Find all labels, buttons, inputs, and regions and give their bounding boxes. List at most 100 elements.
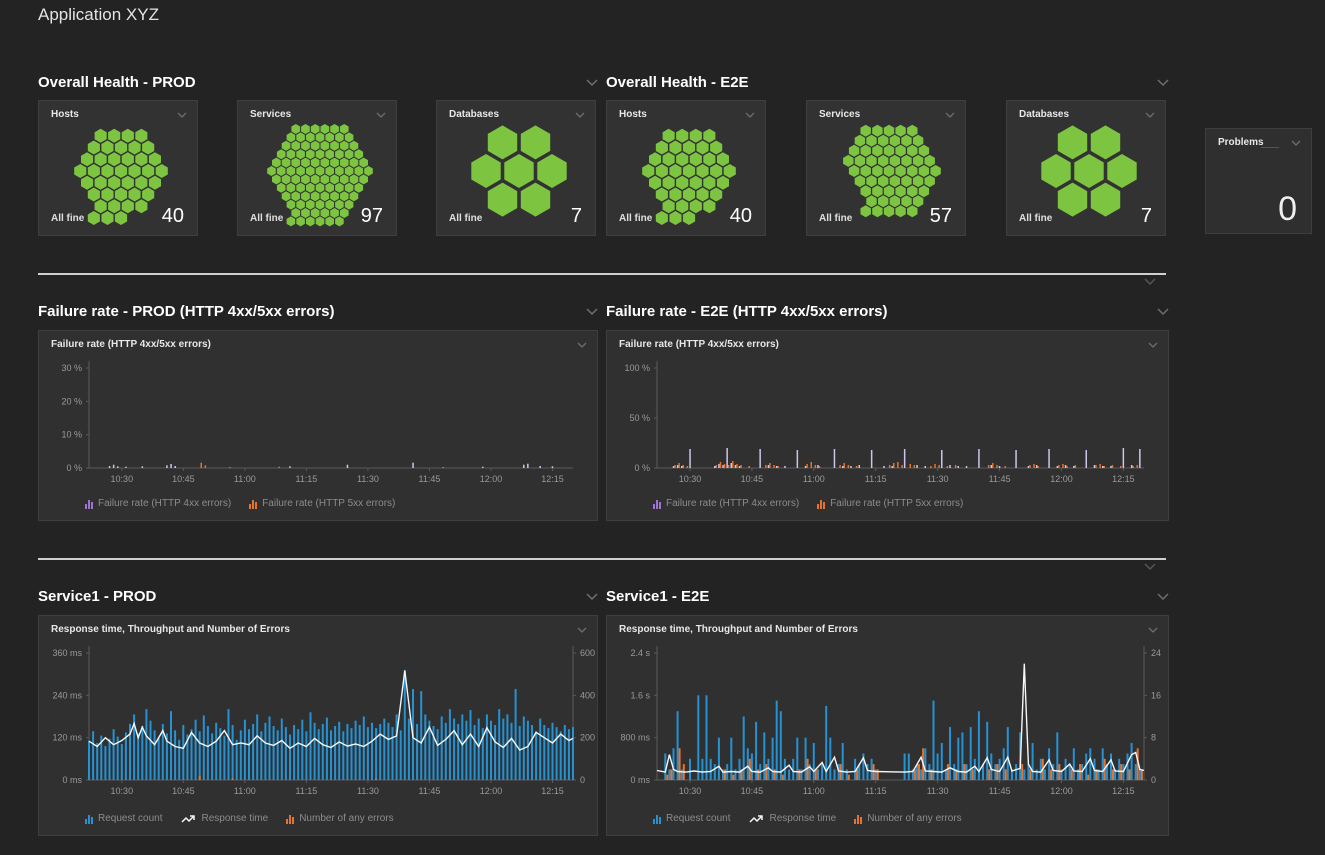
chart-tile-failure-prod[interactable]: 0 %10 %20 %30 %10:3010:4511:0011:1511:30… xyxy=(38,330,598,521)
legend-label: Failure rate (HTTP 4xx errors) xyxy=(666,498,799,509)
row-collapse-chevron-icon[interactable] xyxy=(1144,278,1156,285)
section-header-health-prod: Overall Health - PROD xyxy=(38,72,598,92)
health-tile-services-prod[interactable]: Services All fine 97 xyxy=(237,100,397,236)
failure-rate-e2e-chart[interactable]: 0 %50 %100 %10:3010:4511:0011:1511:3011:… xyxy=(607,331,1170,522)
chevron-down-icon[interactable] xyxy=(575,112,585,118)
bar-series-icon xyxy=(653,814,661,824)
section-header-service-prod: Service1 - PROD xyxy=(38,586,598,606)
chevron-down-icon[interactable] xyxy=(1145,112,1155,118)
svg-text:10:45: 10:45 xyxy=(741,474,764,484)
legend-item[interactable]: Failure rate (HTTP 5xx errors) xyxy=(249,498,395,509)
svg-text:10:30: 10:30 xyxy=(111,474,134,484)
svg-text:11:00: 11:00 xyxy=(803,786,825,796)
legend-item[interactable]: Number of any errors xyxy=(286,813,393,824)
svg-text:360 ms: 360 ms xyxy=(52,648,82,658)
tile-count: 7 xyxy=(571,205,582,228)
chevron-down-icon[interactable] xyxy=(586,79,598,86)
page-title: Application XYZ xyxy=(38,5,159,25)
svg-text:11:00: 11:00 xyxy=(234,786,256,796)
health-tile-services-e2e[interactable]: Services All fine 57 xyxy=(806,100,966,236)
svg-text:11:30: 11:30 xyxy=(357,474,379,484)
bar-series-icon xyxy=(249,499,257,509)
chart-title: Response time, Throughput and Number of … xyxy=(51,624,290,635)
bar-series-icon xyxy=(854,814,862,824)
tile-count: 40 xyxy=(730,205,752,228)
svg-text:0 ms: 0 ms xyxy=(630,775,650,785)
chevron-down-icon[interactable] xyxy=(376,112,386,118)
bar-series-icon xyxy=(85,499,93,509)
chart-tile-service-prod[interactable]: 0 ms120 ms240 ms360 ms020040060010:3010:… xyxy=(38,615,598,836)
chevron-down-icon[interactable] xyxy=(577,627,587,633)
row-divider xyxy=(38,558,1166,560)
legend-item[interactable]: Failure rate (HTTP 4xx errors) xyxy=(85,498,231,509)
chevron-down-icon[interactable] xyxy=(577,342,587,348)
health-tile-hosts-e2e[interactable]: Hosts All fine 40 xyxy=(606,100,766,236)
svg-text:11:15: 11:15 xyxy=(865,474,887,484)
svg-text:12:15: 12:15 xyxy=(1112,786,1135,796)
problems-tile[interactable]: Problems 0 xyxy=(1205,128,1312,234)
chevron-down-icon[interactable] xyxy=(745,112,755,118)
problems-count: 0 xyxy=(1278,190,1297,229)
section-title: Overall Health - PROD xyxy=(38,74,196,91)
legend-label: Failure rate (HTTP 5xx errors) xyxy=(830,498,963,509)
section-header-service-e2e: Service1 - E2E xyxy=(606,586,1169,606)
svg-text:2.4 s: 2.4 s xyxy=(630,648,650,658)
chevron-down-icon[interactable] xyxy=(177,112,187,118)
chevron-down-icon[interactable] xyxy=(1291,140,1301,146)
chevron-down-icon[interactable] xyxy=(586,593,598,600)
legend-item[interactable]: Response time xyxy=(749,813,837,824)
health-tile-databases-prod[interactable]: Databases All fine 7 xyxy=(436,100,596,236)
chevron-down-icon[interactable] xyxy=(1157,308,1169,315)
status-text: All fine xyxy=(819,213,852,224)
svg-text:11:30: 11:30 xyxy=(927,474,949,484)
chevron-down-icon[interactable] xyxy=(1148,627,1158,633)
legend-label: Response time xyxy=(202,813,269,824)
section-title: Overall Health - E2E xyxy=(606,74,749,91)
health-tile-hosts-prod[interactable]: Hosts All fine 40 xyxy=(38,100,198,236)
row-collapse-chevron-icon[interactable] xyxy=(1144,563,1156,570)
svg-text:12:00: 12:00 xyxy=(480,474,503,484)
health-tile-databases-e2e[interactable]: Databases All fine 7 xyxy=(1006,100,1166,236)
legend-item[interactable]: Number of any errors xyxy=(854,813,961,824)
status-text: All fine xyxy=(619,213,652,224)
svg-text:400: 400 xyxy=(580,690,595,700)
service1-prod-chart[interactable]: 0 ms120 ms240 ms360 ms020040060010:3010:… xyxy=(39,616,599,837)
svg-text:10:30: 10:30 xyxy=(679,786,702,796)
legend-item[interactable]: Request count xyxy=(653,813,731,824)
line-series-icon xyxy=(181,814,197,824)
svg-text:11:45: 11:45 xyxy=(989,474,1011,484)
chevron-down-icon[interactable] xyxy=(1148,342,1158,348)
svg-text:0 ms: 0 ms xyxy=(62,775,82,785)
svg-text:11:00: 11:00 xyxy=(803,474,825,484)
svg-text:100 %: 100 % xyxy=(624,363,650,373)
failure-rate-prod-chart[interactable]: 0 %10 %20 %30 %10:3010:4511:0011:1511:30… xyxy=(39,331,599,522)
legend-item[interactable]: Response time xyxy=(181,813,269,824)
section-header-failure-e2e: Failure rate - E2E (HTTP 4xx/5xx errors) xyxy=(606,301,1169,321)
legend-item[interactable]: Failure rate (HTTP 4xx errors) xyxy=(653,498,799,509)
legend-label: Response time xyxy=(770,813,837,824)
svg-text:200: 200 xyxy=(580,733,595,743)
chart-tile-failure-e2e[interactable]: 0 %50 %100 %10:3010:4511:0011:1511:3011:… xyxy=(606,330,1169,521)
legend-label: Failure rate (HTTP 5xx errors) xyxy=(262,498,395,509)
line-series-icon xyxy=(749,814,765,824)
legend-item[interactable]: Request count xyxy=(85,813,163,824)
status-text: All fine xyxy=(449,213,482,224)
chart-tile-service-e2e[interactable]: 0 ms800 ms1.6 s2.4 s08162410:3010:4511:0… xyxy=(606,615,1169,836)
status-text: All fine xyxy=(250,213,283,224)
service1-e2e-chart[interactable]: 0 ms800 ms1.6 s2.4 s08162410:3010:4511:0… xyxy=(607,616,1170,837)
tile-title: Services xyxy=(819,109,860,120)
chevron-down-icon[interactable] xyxy=(945,112,955,118)
chevron-down-icon[interactable] xyxy=(1157,593,1169,600)
tile-count: 97 xyxy=(361,205,383,228)
chevron-down-icon[interactable] xyxy=(1157,79,1169,86)
svg-text:12:15: 12:15 xyxy=(1112,474,1135,484)
bar-series-icon xyxy=(286,814,294,824)
chevron-down-icon[interactable] xyxy=(586,308,598,315)
svg-text:11:45: 11:45 xyxy=(989,786,1011,796)
svg-text:11:15: 11:15 xyxy=(295,474,317,484)
svg-text:1.6 s: 1.6 s xyxy=(630,690,650,700)
svg-text:24: 24 xyxy=(1151,648,1161,658)
svg-text:10:30: 10:30 xyxy=(679,474,702,484)
legend-item[interactable]: Failure rate (HTTP 5xx errors) xyxy=(817,498,963,509)
row-divider xyxy=(38,273,1166,275)
